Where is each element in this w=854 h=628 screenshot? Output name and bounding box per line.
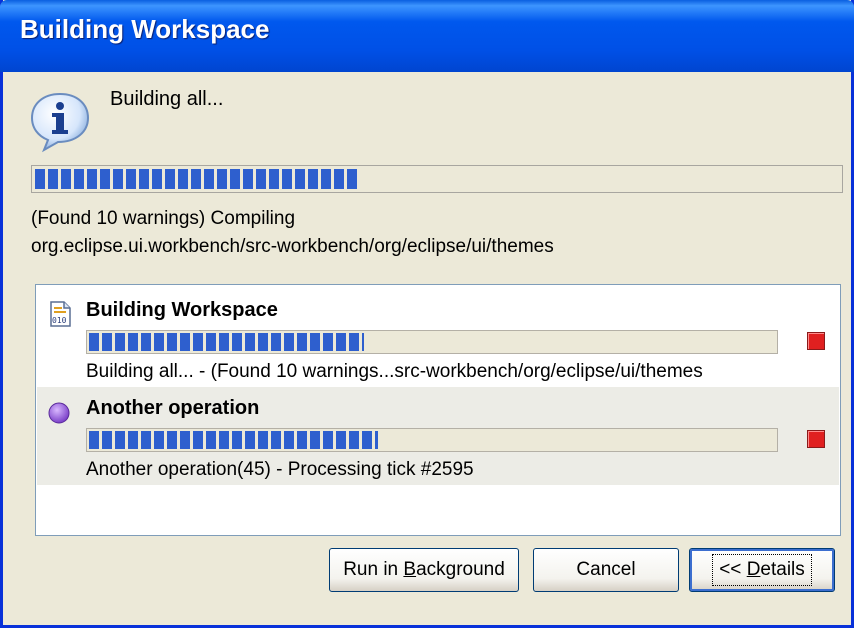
progress-dialog: Building Workspace Building all... (Foun… <box>0 0 854 628</box>
job-status: Another operation(45) - Processing tick … <box>86 459 474 480</box>
info-icon <box>30 92 90 153</box>
purple-circle-icon <box>48 402 70 424</box>
cancel-button[interactable]: Cancel <box>533 548 679 592</box>
details-label: << Details <box>712 554 812 586</box>
job-progress-fill <box>89 333 364 351</box>
cancel-label: Cancel <box>576 559 636 580</box>
detail-line-2: org.eclipse.ui.workbench/src-workbench/o… <box>31 236 554 257</box>
run-in-background-label: Run in Background <box>343 559 505 580</box>
job-title: Building Workspace <box>86 299 278 321</box>
main-progress-bar <box>31 165 843 193</box>
job-list[interactable]: 010 Building Workspace Building all... -… <box>35 284 841 536</box>
stop-icon[interactable] <box>807 332 825 350</box>
job-progress-bar <box>86 428 778 452</box>
run-in-background-button[interactable]: Run in Background <box>329 548 519 592</box>
status-text: Building all... <box>110 88 224 110</box>
job-status: Building all... - (Found 10 warnings...s… <box>86 361 703 382</box>
window-title: Building Workspace <box>20 14 270 44</box>
svg-text:010: 010 <box>52 316 67 325</box>
title-bar[interactable]: Building Workspace <box>0 0 854 72</box>
details-button[interactable]: << Details <box>689 548 835 592</box>
job-progress-bar <box>86 330 778 354</box>
job-progress-fill <box>89 431 378 449</box>
job-title: Another operation <box>86 397 260 419</box>
job-item-another-operation[interactable]: Another operation Another operation(45) … <box>37 387 839 485</box>
detail-line-1: (Found 10 warnings) Compiling <box>31 208 296 229</box>
build-job-icon: 010 <box>50 301 71 327</box>
stop-icon[interactable] <box>807 430 825 448</box>
main-progress-fill <box>35 169 357 189</box>
job-item-building-workspace[interactable]: 010 Building Workspace Building all... -… <box>37 289 839 387</box>
